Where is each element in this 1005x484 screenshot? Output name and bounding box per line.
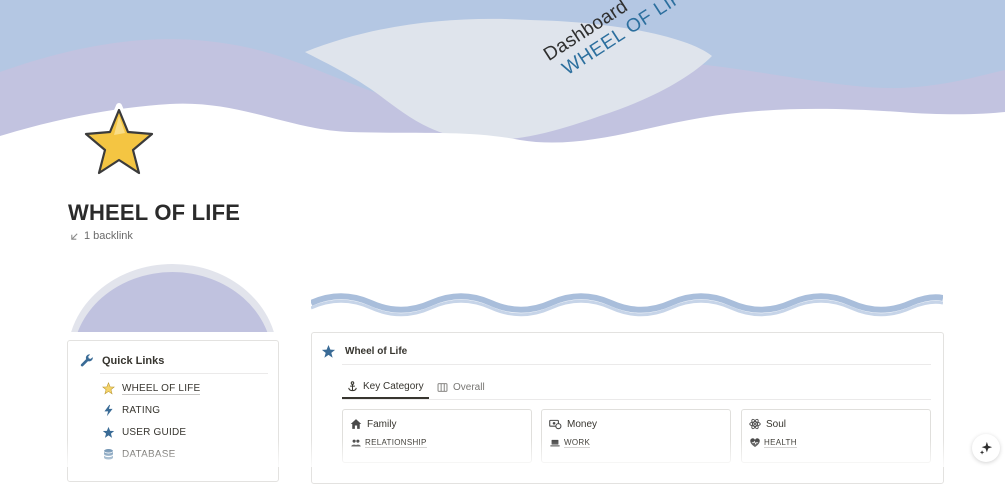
quick-link-user-guide[interactable]: USER GUIDE: [102, 426, 186, 439]
laptop-icon: [550, 439, 560, 447]
card-category: HEALTH: [750, 438, 797, 448]
backlink-count: 1 backlink: [84, 230, 133, 242]
divider: [342, 364, 931, 365]
quick-link-rating[interactable]: RATING: [102, 404, 160, 417]
quick-links-header: Quick Links: [80, 354, 164, 368]
database-icon: [104, 449, 113, 460]
wrench-icon: [80, 354, 93, 367]
quick-links-title: Quick Links: [102, 355, 165, 367]
tab-label: Overall: [453, 381, 485, 393]
heart-pulse-icon: [750, 438, 760, 448]
page-icon[interactable]: [78, 102, 160, 184]
gallery-card-money[interactable]: Money WORK: [541, 409, 731, 463]
quick-link-wheel-of-life[interactable]: WHEEL OF LIFE: [102, 382, 201, 395]
sparkle-icon: [979, 441, 993, 455]
gallery-card-family[interactable]: Family RELATIONSHIP: [342, 409, 532, 463]
star-icon: [80, 103, 158, 178]
card-category: WORK: [550, 438, 591, 448]
card-category-label: WORK: [564, 438, 591, 448]
tab-key-category[interactable]: Key Category: [342, 376, 429, 399]
divider: [100, 373, 268, 374]
card-category-label: HEALTH: [764, 438, 797, 448]
wheel-of-life-header: Wheel of Life: [321, 344, 407, 359]
atom-icon: [749, 418, 761, 430]
card-title-text: Money: [567, 418, 598, 430]
wheel-of-life-card: Wheel of Life Key Category Overall Famil…: [311, 332, 944, 484]
page-title: WHEEL OF LIFE: [68, 200, 241, 225]
bolt-icon: [104, 404, 113, 417]
tab-overall[interactable]: Overall: [432, 376, 490, 398]
star-emoji-icon: [102, 382, 115, 395]
card-category-label: RELATIONSHIP: [365, 438, 427, 448]
star-icon: [102, 426, 115, 438]
gallery-card-soul[interactable]: Soul HEALTH: [741, 409, 931, 463]
quick-link-label: WHEEL OF LIFE: [122, 382, 201, 395]
star-icon: [321, 344, 336, 358]
arrow-down-left-icon: [71, 232, 78, 240]
card-title-text: Soul: [766, 418, 787, 430]
wheel-of-life-title: Wheel of Life: [345, 346, 408, 357]
home-icon: [350, 419, 362, 429]
money-icon: [549, 419, 562, 430]
quick-link-label: RATING: [122, 405, 161, 416]
ai-assistant-button[interactable]: [972, 434, 1000, 462]
view-tabs: Key Category Overall: [342, 376, 931, 400]
quick-links-card: Quick Links WHEEL OF LIFE RATING USER GU…: [67, 340, 279, 482]
wave-divider: [309, 290, 944, 320]
semicircle-decoration: [67, 264, 278, 332]
anchor-icon: [348, 381, 357, 392]
card-title: Family: [350, 418, 396, 430]
columns-icon: [437, 382, 448, 392]
quick-link-database[interactable]: DATABASE: [102, 448, 175, 461]
card-title-text: Family: [367, 418, 397, 430]
tab-label: Key Category: [363, 381, 424, 392]
quick-link-label: DATABASE: [122, 449, 176, 460]
card-title: Soul: [749, 418, 786, 430]
card-title: Money: [549, 418, 597, 430]
backlink-link[interactable]: 1 backlink: [70, 230, 133, 242]
people-icon: [351, 439, 361, 447]
quick-link-label: USER GUIDE: [122, 427, 187, 438]
card-category: RELATIONSHIP: [351, 438, 427, 448]
